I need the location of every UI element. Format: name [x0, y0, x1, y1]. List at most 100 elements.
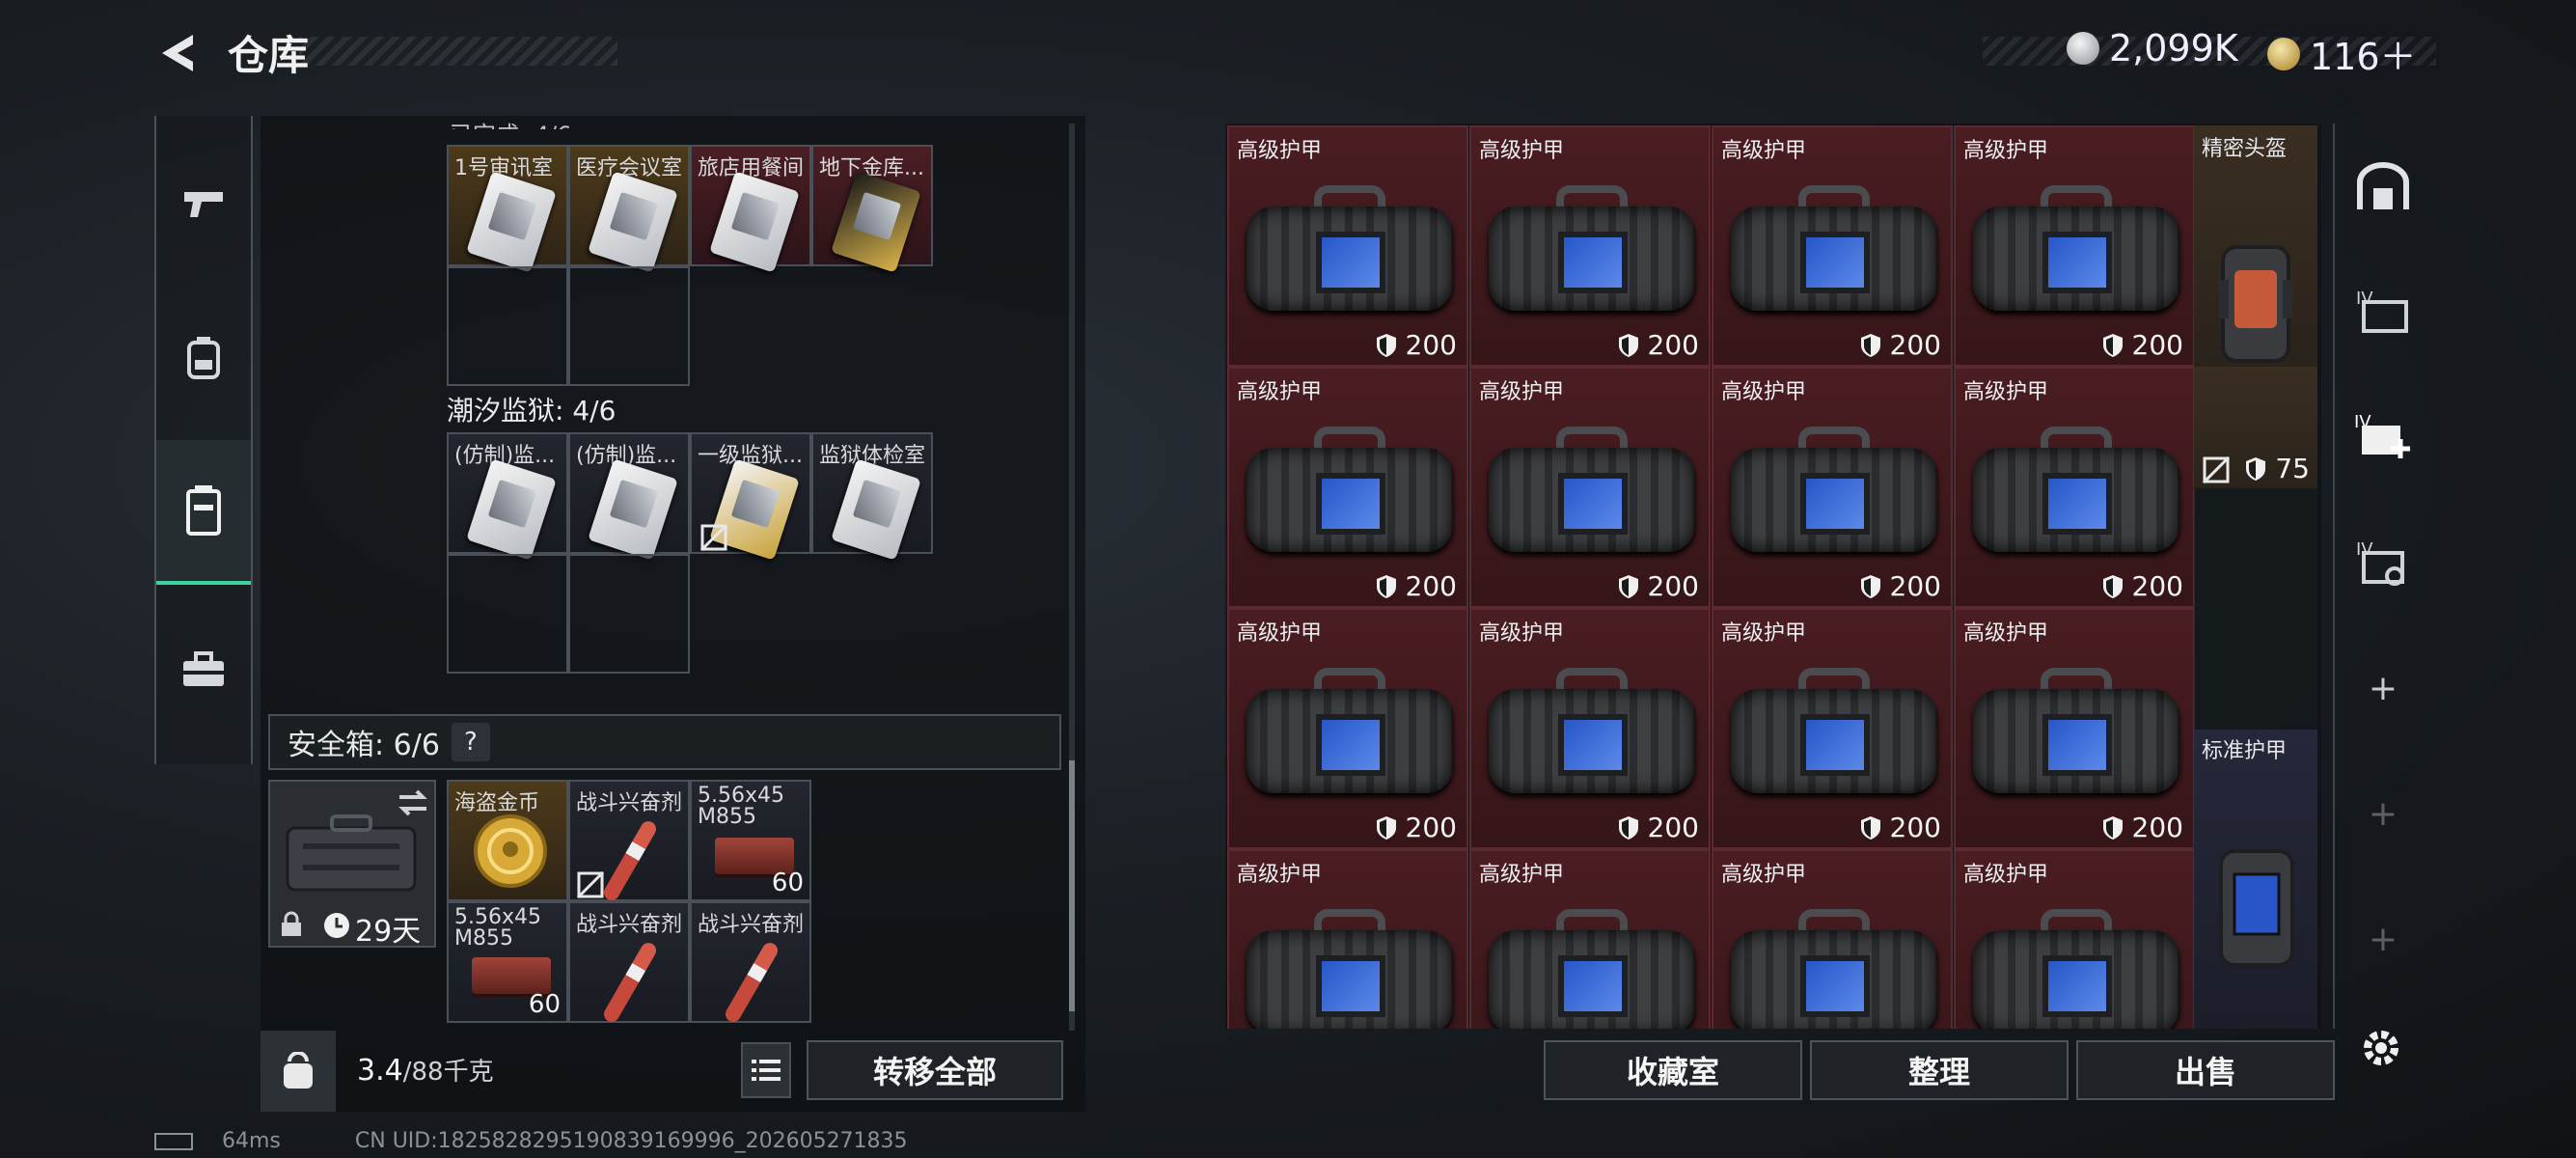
armor-slot[interactable]: 高级护甲 [1712, 849, 1953, 1029]
helmet-slot-lower[interactable]: 75 [2194, 367, 2317, 488]
search-iv-icon: IV [2356, 539, 2404, 586]
empty-slot[interactable] [568, 266, 690, 386]
item-count: 60 [528, 990, 561, 1019]
keycard-slot[interactable]: (仿制)监... [568, 432, 690, 561]
item-name: 高级护甲 [1963, 380, 2049, 404]
shield-icon [1860, 815, 1880, 840]
tab-toolbox[interactable] [156, 598, 251, 743]
armor-slot[interactable]: 高级护甲 [1469, 849, 1711, 1029]
shield-icon [1618, 333, 1638, 357]
safe-case-icon [286, 814, 417, 892]
page-title: 仓库 [228, 32, 310, 79]
armor-slot[interactable]: 高级护甲 200 [1469, 367, 1711, 608]
tab-storage[interactable] [156, 440, 251, 585]
empty-slot[interactable] [568, 554, 690, 674]
armor-slot[interactable]: 高级护甲 200 [1954, 367, 2195, 608]
keycard-slot[interactable]: 旅店用餐间 [690, 145, 811, 273]
list-view-button[interactable] [741, 1042, 791, 1098]
safe-item-slot[interactable]: 海盗金币 [447, 780, 568, 901]
tab-weapons[interactable] [156, 131, 251, 276]
shield-icon [1618, 815, 1638, 840]
armor-slot[interactable]: 高级护甲 [1227, 849, 1468, 1029]
armor-slot[interactable]: 高级护甲 [1954, 849, 2195, 1029]
collection-room-button[interactable]: 收藏室 [1544, 1040, 1802, 1100]
armor-durability: 200 [2101, 329, 2183, 361]
shield-icon [2246, 456, 2266, 481]
armor-durability: 200 [1859, 812, 1941, 843]
armor-slot[interactable]: 高级护甲 200 [1712, 367, 1953, 608]
keycard-slot[interactable]: 一级监狱... [690, 432, 811, 561]
armor-durability: 200 [2101, 570, 2183, 602]
settings-gear-icon[interactable] [2358, 1025, 2404, 1071]
sell-button[interactable]: 出售 [2076, 1040, 2335, 1100]
shield-icon [1860, 333, 1880, 357]
back-arrow-icon[interactable] [154, 29, 203, 77]
keycard-slot[interactable]: 监狱体检室 [811, 432, 933, 561]
add-slot-button[interactable]: + [2335, 625, 2431, 751]
clock-icon [324, 913, 349, 938]
armor-slot[interactable]: 高级护甲 200 [1469, 608, 1711, 849]
empty-slot[interactable] [447, 266, 568, 386]
scrollbar-thumb[interactable] [1069, 760, 1075, 1011]
add-slot-button[interactable]: + [2335, 876, 2431, 1002]
weight-value: 3.4 [357, 1054, 403, 1088]
battery-icon [154, 1133, 193, 1150]
add-iv-button[interactable]: IV [2335, 374, 2431, 500]
transfer-all-button[interactable]: 转移全部 [807, 1040, 1063, 1100]
pirate-coin-icon [474, 814, 547, 888]
armor-slot[interactable]: 高级护甲 200 [1227, 125, 1468, 367]
tab-equipment[interactable] [156, 286, 251, 430]
safe-item-slot[interactable]: 战斗兴奋剂 [690, 901, 811, 1025]
swap-icon[interactable] [396, 787, 430, 818]
keycard-icon [709, 171, 800, 273]
armor-slot[interactable]: 高级护甲 200 [1227, 367, 1468, 608]
standard-armor-slot[interactable]: 标准护甲 [2194, 730, 2317, 1029]
help-button[interactable]: ? [451, 723, 490, 761]
shield-icon [1860, 574, 1880, 598]
armor-bag-icon [1731, 909, 1937, 1029]
safe-item-slot[interactable]: 5.56x45 M855 60 [447, 901, 568, 1023]
weight-button[interactable] [260, 1031, 336, 1112]
right-action-rail: IV IV IV + + + [2333, 124, 2431, 1029]
gold-currency[interactable]: 116＋ [2267, 27, 2417, 80]
folder-iv-button[interactable]: IV [2335, 249, 2431, 374]
item-name: 战斗兴奋剂 [698, 913, 805, 937]
item-name: 精密头盔 [2202, 137, 2288, 161]
item-name: 高级护甲 [1479, 863, 1565, 887]
folder-iv-icon: IV [2356, 289, 2408, 333]
armor-slot[interactable]: 高级护甲 200 [1954, 125, 2195, 367]
armor-durability: 200 [1375, 329, 1457, 361]
item-name: 高级护甲 [1479, 139, 1565, 163]
scrollbar-track[interactable] [1069, 124, 1075, 1031]
sort-button[interactable]: 整理 [1810, 1040, 2069, 1100]
armor-slot[interactable]: 高级护甲 200 [1712, 608, 1953, 849]
search-iv-button[interactable]: IV [2335, 500, 2431, 625]
safe-item-slot[interactable]: 5.56x45 M855 60 [690, 780, 811, 901]
keycard-slot[interactable]: 1号审讯室 [447, 145, 568, 273]
keycard-slot[interactable]: (仿制)监... [447, 432, 568, 561]
armor-bag-icon [1247, 909, 1453, 1029]
item-name: 高级护甲 [1721, 621, 1807, 646]
armor-slot[interactable]: 高级护甲 200 [1954, 608, 2195, 849]
safe-item-slot[interactable]: 战斗兴奋剂 [568, 780, 690, 903]
armor-durability: 200 [1617, 812, 1699, 843]
weight-readout: 3.4/88千克 [357, 1052, 494, 1088]
keycard-slot[interactable]: 地下金库... [811, 145, 933, 273]
armor-durability: 200 [1617, 570, 1699, 602]
safe-box-container[interactable]: 29天 [268, 780, 436, 949]
keycard-slot[interactable]: 医疗会议室 [568, 145, 690, 273]
empty-slot[interactable] [2194, 488, 2317, 730]
empty-slot[interactable] [447, 554, 568, 674]
armor-slot[interactable]: 高级护甲 200 [1227, 608, 1468, 849]
vault-door-button[interactable] [2335, 124, 2431, 249]
add-slot-button[interactable]: + [2335, 751, 2431, 876]
armor-durability: 200 [1859, 570, 1941, 602]
add-iv-icon: IV [2354, 412, 2410, 458]
header: 仓库 2,099K 116＋ [0, 0, 2576, 106]
silver-currency: 2,099K [2067, 27, 2238, 69]
item-name: 高级护甲 [1237, 621, 1323, 646]
armor-slot[interactable]: 高级护甲 200 [1469, 125, 1711, 367]
toolbox-icon [183, 651, 224, 686]
safe-item-slot[interactable]: 战斗兴奋剂 [568, 901, 690, 1025]
armor-slot[interactable]: 高级护甲 200 [1712, 125, 1953, 367]
